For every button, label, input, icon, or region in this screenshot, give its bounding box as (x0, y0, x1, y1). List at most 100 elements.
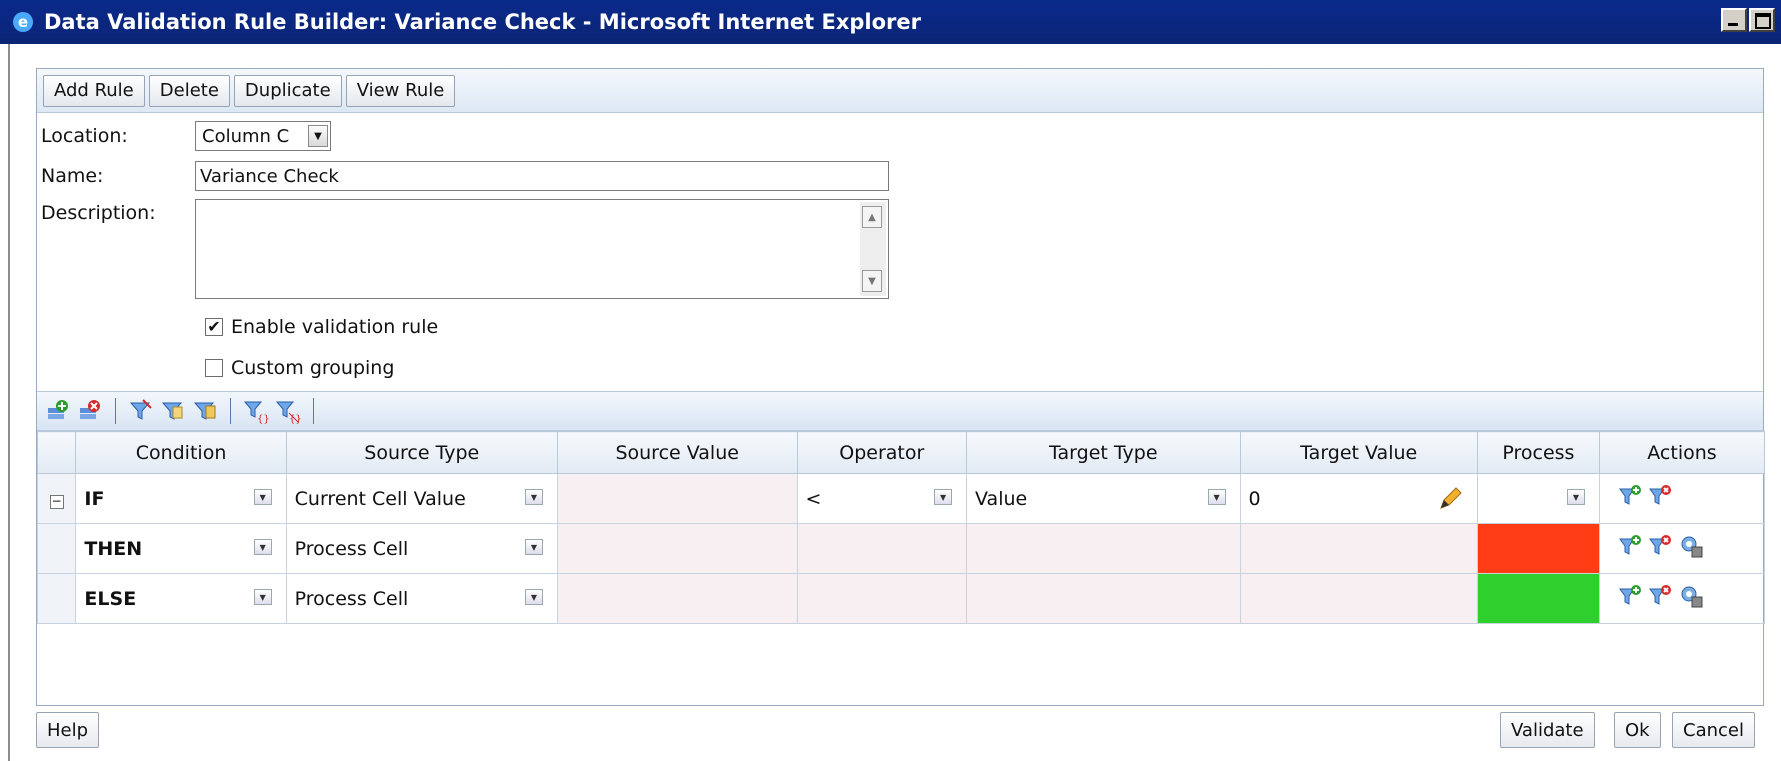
process-color-cell[interactable] (1476, 573, 1600, 624)
rule-toolbar: Add Rule Delete Duplicate View Rule (37, 69, 1763, 113)
chevron-down-icon[interactable]: ▼ (1566, 489, 1585, 505)
toolbar-separator (313, 398, 314, 424)
condition-cell[interactable]: ELSE ▼ (75, 573, 287, 624)
table-row: ELSE ▼ Process Cell ▼ (36, 573, 1766, 624)
row-spacer (36, 523, 77, 574)
add-condition-icon[interactable] (1618, 583, 1644, 614)
source-value-cell (556, 523, 798, 574)
operator-cell[interactable]: < ▼ (796, 473, 968, 524)
column-header-target-type[interactable]: Target Type (966, 431, 1241, 474)
add-condition-icon[interactable] (1618, 533, 1644, 564)
target-value-cell (1239, 523, 1478, 574)
minimize-button[interactable] (1721, 8, 1747, 32)
process-color-cell[interactable] (1476, 523, 1600, 574)
target-type-cell (966, 523, 1241, 574)
table-row: THEN ▼ Process Cell ▼ (36, 523, 1766, 574)
chevron-down-icon[interactable]: ▼ (934, 489, 953, 505)
source-type-value: Current Cell Value (294, 487, 466, 510)
target-type-cell[interactable]: Value ▼ (966, 473, 1241, 524)
scroll-up-icon[interactable]: ▲ (862, 206, 882, 228)
source-type-cell[interactable]: Process Cell ▼ (285, 573, 558, 624)
condition-value: IF (84, 487, 105, 510)
description-label: Description: (41, 202, 156, 224)
group-filter-icon[interactable]: {} (243, 398, 269, 424)
target-value-value: 0 (1248, 487, 1261, 510)
chevron-down-icon[interactable]: ▼ (1207, 489, 1226, 505)
delete-button[interactable]: Delete (148, 74, 230, 107)
maximize-button[interactable] (1749, 8, 1775, 32)
duplicate-button[interactable]: Duplicate (233, 74, 342, 107)
custom-grouping-row[interactable]: Custom grouping (205, 357, 394, 379)
column-header-source-type[interactable]: Source Type (285, 431, 558, 474)
delete-condition-icon[interactable] (1648, 583, 1674, 614)
paste-filter-icon[interactable] (192, 398, 218, 424)
grid-toolbar: {} {} (37, 391, 1763, 431)
target-type-cell (966, 573, 1241, 624)
column-header-condition[interactable]: Condition (75, 431, 287, 474)
enable-validation-checkbox[interactable]: ✔ (205, 318, 223, 336)
process-settings-icon[interactable] (1678, 583, 1704, 614)
add-condition-icon[interactable] (45, 398, 71, 424)
delete-condition-icon[interactable] (1648, 483, 1674, 514)
source-type-value: Process Cell (294, 537, 409, 560)
chevron-down-icon[interactable]: ▼ (253, 589, 272, 605)
validate-button[interactable]: Validate (1500, 712, 1595, 748)
name-field[interactable]: Variance Check (195, 161, 889, 191)
description-textarea[interactable]: ▲ ▼ (195, 199, 889, 299)
internet-explorer-icon: e (10, 9, 36, 35)
pencil-icon[interactable] (1437, 486, 1463, 517)
source-value-cell[interactable] (556, 473, 798, 524)
chevron-down-icon[interactable]: ▼ (253, 489, 272, 505)
operator-cell (796, 573, 968, 624)
column-header-process[interactable]: Process (1476, 431, 1600, 474)
description-scrollbar[interactable]: ▲ ▼ (860, 202, 886, 296)
process-cell[interactable]: ▼ (1476, 473, 1600, 524)
window-titlebar[interactable]: e Data Validation Rule Builder: Variance… (0, 0, 1781, 44)
svg-text:e: e (18, 13, 28, 31)
copy-filter-icon[interactable] (160, 398, 186, 424)
chevron-down-icon[interactable]: ▼ (524, 489, 543, 505)
chevron-down-icon[interactable]: ▼ (524, 589, 543, 605)
table-row: − IF ▼ Current Cell Value ▼ < ▼ Value ▼ 0 ▼ (36, 473, 1766, 524)
condition-value: ELSE (84, 587, 137, 610)
ok-button[interactable]: Ok (1614, 712, 1661, 748)
column-header-target-value[interactable]: Target Value (1239, 431, 1478, 474)
insert-filter-icon[interactable] (128, 398, 154, 424)
chevron-down-icon[interactable]: ▼ (253, 539, 272, 555)
toolbar-separator (230, 398, 231, 424)
target-value-cell[interactable]: 0 (1239, 473, 1478, 524)
row-spacer (36, 573, 77, 624)
window-frame (0, 44, 10, 761)
view-rule-button[interactable]: View Rule (345, 74, 456, 107)
chevron-down-icon[interactable]: ▼ (308, 125, 328, 147)
column-header-actions[interactable]: Actions (1598, 431, 1766, 474)
condition-cell[interactable]: THEN ▼ (75, 523, 287, 574)
custom-grouping-label: Custom grouping (231, 357, 395, 379)
collapse-toggle[interactable]: − (36, 473, 77, 524)
minus-icon[interactable]: − (49, 494, 64, 509)
column-header-operator[interactable]: Operator (796, 431, 968, 474)
condition-value: THEN (84, 537, 143, 560)
cancel-button[interactable]: Cancel (1672, 712, 1755, 748)
column-header-source-value[interactable]: Source Value (556, 431, 798, 474)
delete-condition-icon[interactable] (1648, 533, 1674, 564)
grid-header-row: Condition Source Type Source Value Opera… (36, 431, 1766, 474)
operator-cell (796, 523, 968, 574)
condition-cell[interactable]: IF ▼ (75, 473, 287, 524)
chevron-down-icon[interactable]: ▼ (524, 539, 543, 555)
grid-header-expander (36, 431, 77, 474)
source-type-cell[interactable]: Current Cell Value ▼ (285, 473, 558, 524)
custom-grouping-checkbox[interactable] (205, 359, 223, 377)
add-rule-button[interactable]: Add Rule (43, 74, 145, 107)
add-condition-icon[interactable] (1618, 483, 1644, 514)
delete-condition-icon[interactable] (77, 398, 103, 424)
ungroup-filter-icon[interactable]: {} (275, 398, 301, 424)
source-type-cell[interactable]: Process Cell ▼ (285, 523, 558, 574)
actions-cell (1598, 573, 1766, 624)
enable-validation-label: Enable validation rule (231, 316, 439, 338)
location-select[interactable]: Column C ▼ (195, 121, 331, 151)
enable-validation-rule-row[interactable]: ✔ Enable validation rule (205, 316, 438, 338)
process-settings-icon[interactable] (1678, 533, 1704, 564)
help-button[interactable]: Help (36, 712, 100, 748)
scroll-down-icon[interactable]: ▼ (862, 270, 882, 292)
